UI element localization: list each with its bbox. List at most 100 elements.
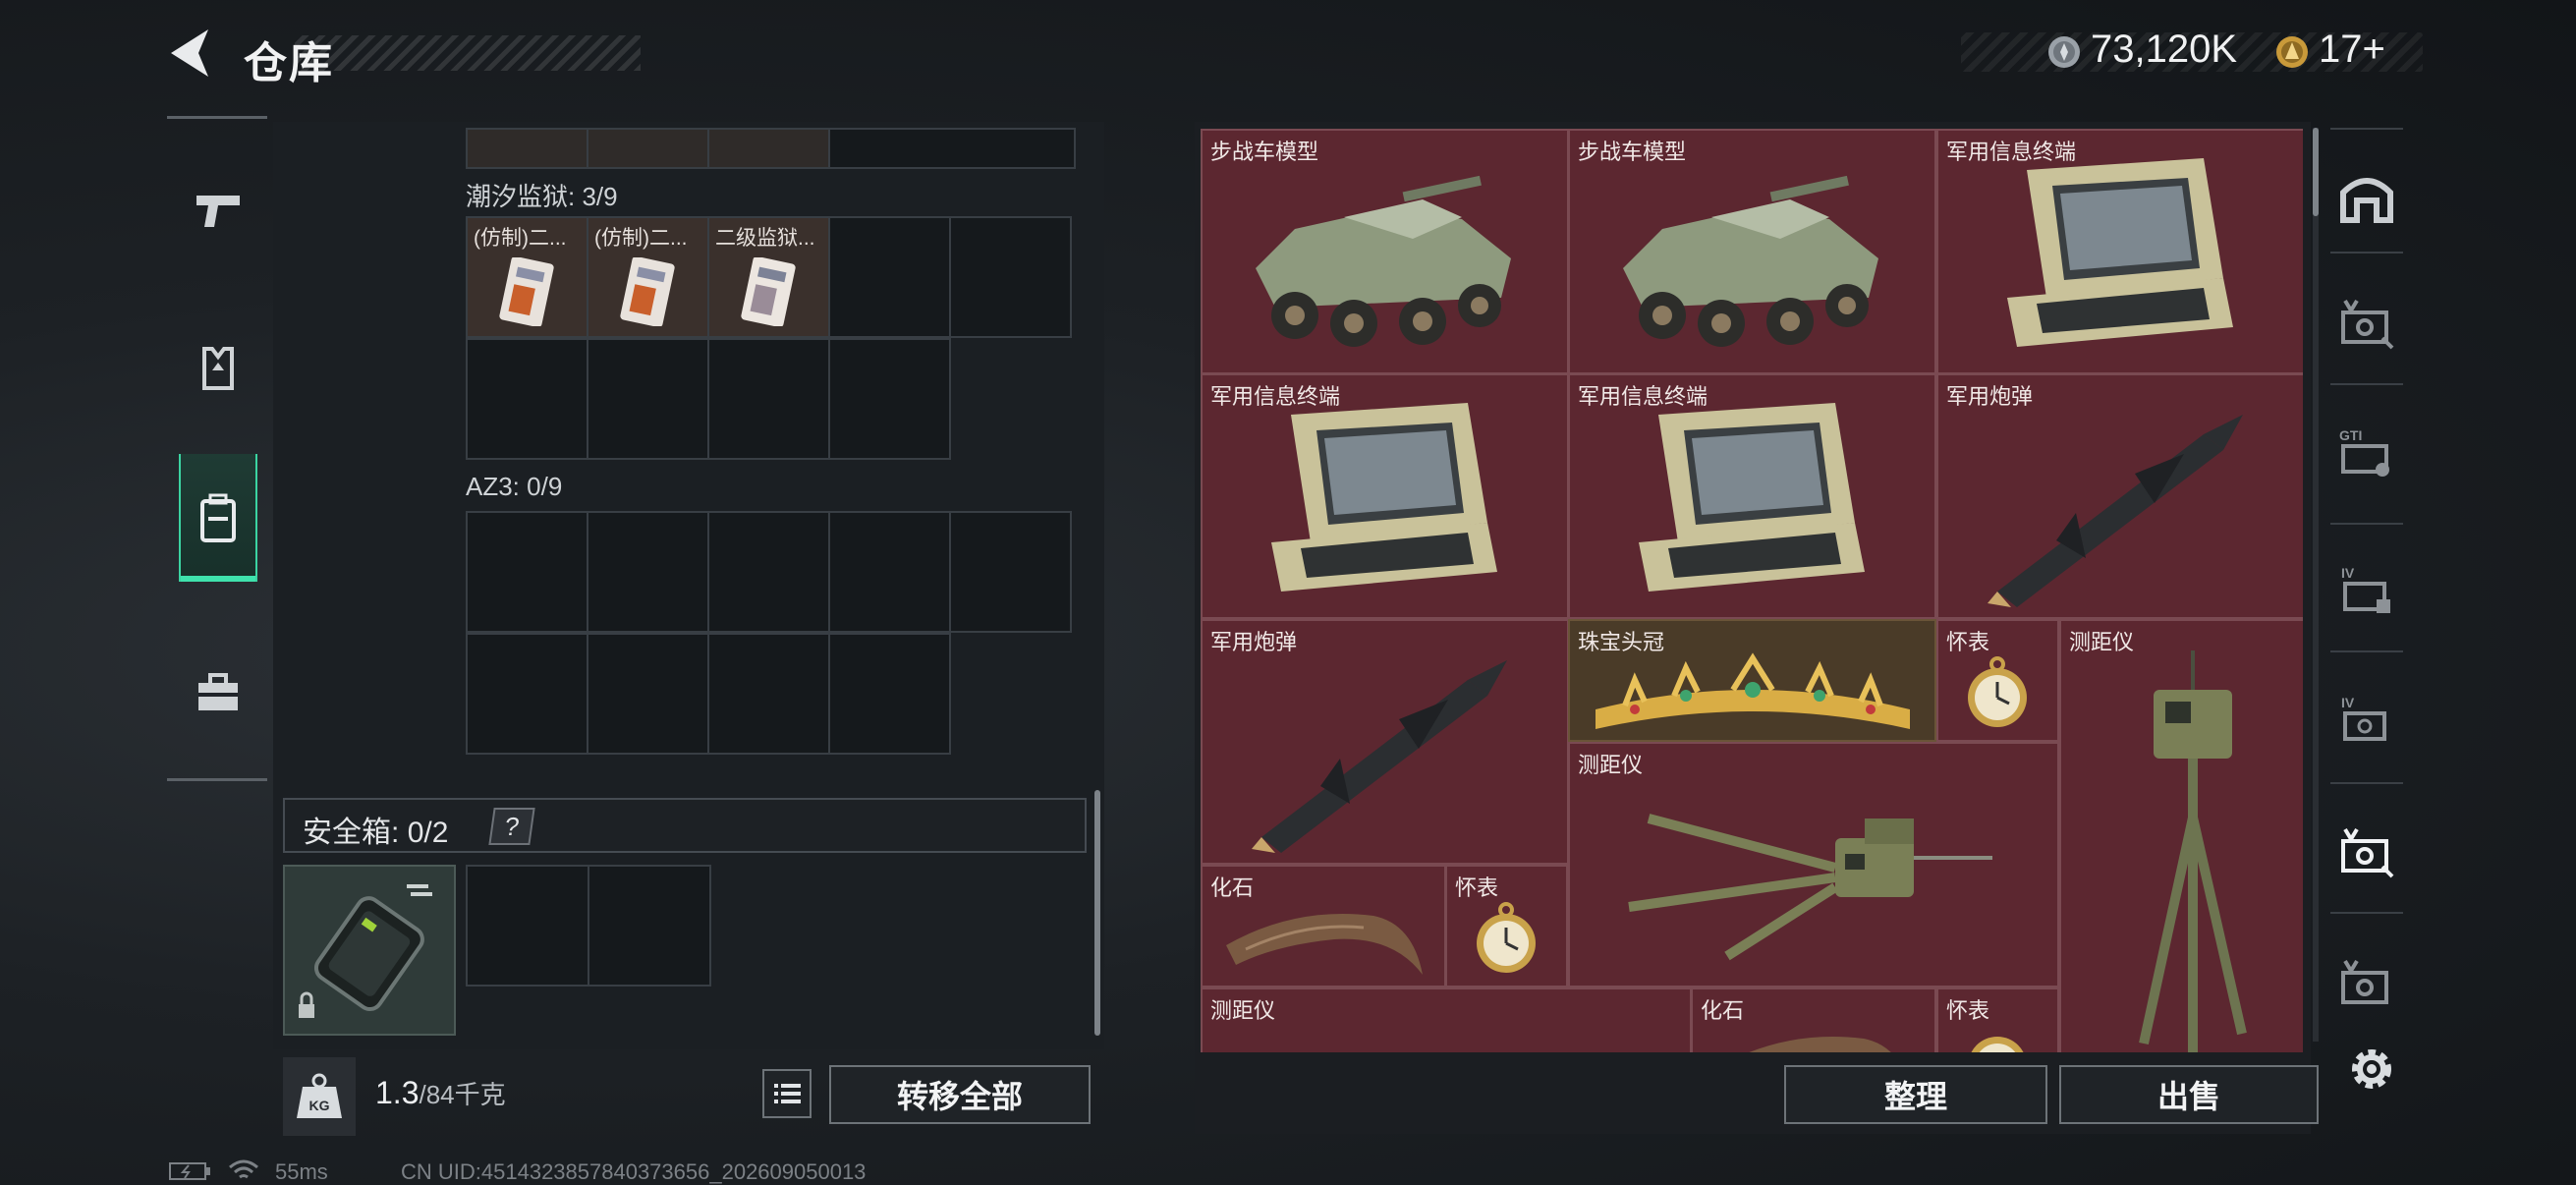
grid-cell[interactable] xyxy=(466,633,588,755)
stash-item[interactable]: 化石 xyxy=(1691,988,1936,1052)
grid-cell[interactable] xyxy=(707,511,830,633)
gold-coin-icon xyxy=(2276,36,2308,68)
grid-item[interactable]: (仿制)二... xyxy=(587,216,709,338)
ping-readout: 55ms xyxy=(275,1159,328,1184)
grid-cell[interactable] xyxy=(707,633,830,755)
stash-grid: 步战车模型 步战车模型 军用信息终端 军用信息终端 军用信息终端 军用炮弹 军用… xyxy=(1201,129,2303,1052)
grid-cell[interactable] xyxy=(828,216,951,338)
container-row xyxy=(466,633,951,755)
list-view-button[interactable] xyxy=(762,1069,812,1118)
grid-cell[interactable] xyxy=(828,128,1076,169)
backpack-icon xyxy=(200,493,236,542)
stash-item[interactable]: 测距仪 xyxy=(1201,988,1692,1052)
stash-item[interactable]: 军用信息终端 xyxy=(1201,373,1569,619)
rail-bottom-line xyxy=(167,778,267,781)
grid-cell[interactable] xyxy=(466,511,588,633)
safe-slot[interactable] xyxy=(588,865,711,987)
stash-scrollbar[interactable] xyxy=(2313,128,2319,216)
grid-cell[interactable] xyxy=(707,338,830,460)
svg-text:IV: IV xyxy=(2341,565,2355,581)
grid-cell[interactable] xyxy=(587,338,709,460)
weapons-tab[interactable] xyxy=(179,145,257,273)
svg-text:KG: KG xyxy=(309,1098,330,1113)
grid-cell[interactable] xyxy=(587,633,709,755)
back-button[interactable] xyxy=(165,26,214,81)
container-row: (仿制)二... (仿制)二... 二级监狱... xyxy=(466,216,1072,338)
armor-tab[interactable] xyxy=(179,305,257,432)
fossil-icon xyxy=(1226,914,1423,975)
stash-item[interactable]: 化石 xyxy=(1201,865,1446,988)
safe-box-slot[interactable] xyxy=(283,865,456,1036)
back-arrow-icon xyxy=(171,29,208,77)
safe-slot[interactable] xyxy=(466,865,589,987)
stash-item[interactable]: 珠宝头冠 xyxy=(1568,619,1936,742)
vault-tab-icon xyxy=(2341,959,2388,1004)
stash-item[interactable]: 步战车模型 xyxy=(1568,129,1936,374)
settings-button[interactable] xyxy=(2344,1042,2399,1097)
stash-item[interactable]: 军用炮弹 xyxy=(1201,619,1569,865)
stash-item[interactable]: 测距仪 xyxy=(1568,742,2059,988)
grid-cell[interactable] xyxy=(828,633,951,755)
safe-box-label: 安全箱: 0/2 xyxy=(303,817,449,849)
stash-tab-iv2[interactable]: IV xyxy=(2324,660,2409,778)
svg-text:GTI: GTI xyxy=(2339,427,2362,443)
sell-button[interactable]: 出售 xyxy=(2059,1065,2319,1124)
stash-item[interactable]: 步战车模型 xyxy=(1201,129,1569,374)
item-label: 测距仪 xyxy=(1210,998,1276,1023)
backpack-tab[interactable] xyxy=(179,454,257,582)
grid-cell[interactable] xyxy=(466,128,588,169)
stash-tab-v2[interactable] xyxy=(2324,792,2409,910)
grid-cell[interactable] xyxy=(828,338,951,460)
missile-icon xyxy=(1252,660,1507,853)
weight-icon-box: KG xyxy=(283,1057,356,1136)
stash-item[interactable]: 怀表 xyxy=(1936,619,2059,742)
stash-item[interactable]: 测距仪 xyxy=(2059,619,2303,1052)
grid-cell[interactable] xyxy=(949,216,1072,338)
terminal-icon xyxy=(2007,158,2233,347)
stash-tab-gti[interactable]: GTI xyxy=(2324,393,2409,511)
tidy-button[interactable]: 整理 xyxy=(1784,1065,2047,1124)
grid-cell[interactable] xyxy=(587,511,709,633)
stash-tab-iv1[interactable]: IV xyxy=(2324,531,2409,649)
grid-item[interactable]: (仿制)二... xyxy=(466,216,588,338)
keycard-icon xyxy=(620,257,675,326)
stash-tab-v3[interactable] xyxy=(2324,924,2409,1042)
grid-item[interactable]: 二级监狱... xyxy=(707,216,830,338)
iv-tab-icon: IV xyxy=(2341,695,2386,741)
terminal-icon xyxy=(1271,403,1497,592)
help-button[interactable]: ? xyxy=(488,808,535,845)
keycard-icon xyxy=(741,257,796,326)
pocket-watch-icon xyxy=(1968,656,2027,727)
currency-b-value[interactable]: 17+ xyxy=(2319,28,2385,72)
stash-scroll-track xyxy=(2313,128,2319,1042)
transfer-all-button[interactable]: 转移全部 xyxy=(829,1065,1091,1124)
stash-home-tab[interactable] xyxy=(2324,138,2409,255)
pocket-watch-icon xyxy=(1477,902,1536,973)
home-arch-icon xyxy=(2340,178,2393,223)
fossil-icon xyxy=(1749,1037,1891,1052)
weight-icon: KG xyxy=(297,1073,342,1118)
stash-item[interactable]: 军用信息终端 xyxy=(1936,129,2303,374)
stash-item[interactable]: 军用炮弹 xyxy=(1936,373,2303,619)
grid-cell[interactable] xyxy=(707,128,830,169)
stash-item[interactable]: 怀表 xyxy=(1936,988,2059,1052)
grid-cell[interactable] xyxy=(587,128,709,169)
rangefinder-icon xyxy=(2139,650,2247,1052)
stash-item[interactable]: 军用信息终端 xyxy=(1568,373,1936,619)
rail-top-line xyxy=(167,116,267,119)
battery-icon xyxy=(169,1162,210,1180)
container-label: 潮汐监狱: 3/9 xyxy=(466,182,618,211)
gti-tab-icon: GTI xyxy=(2339,427,2389,477)
stash-item[interactable]: 怀表 xyxy=(1445,865,1568,988)
grid-cell[interactable] xyxy=(828,511,951,633)
grid-cell[interactable] xyxy=(466,338,588,460)
missile-icon xyxy=(1988,415,2243,607)
weight-readout: 1.3/84千克 xyxy=(375,1075,506,1110)
gear-icon xyxy=(2352,1049,2391,1089)
toolbox-tab[interactable] xyxy=(179,629,257,757)
container-row xyxy=(466,511,1072,633)
stash-tab-v1[interactable] xyxy=(2324,263,2409,381)
vehicle-model-icon xyxy=(1623,175,1878,347)
grid-cell[interactable] xyxy=(949,511,1072,633)
inventory-scrollbar[interactable] xyxy=(1094,790,1100,1036)
